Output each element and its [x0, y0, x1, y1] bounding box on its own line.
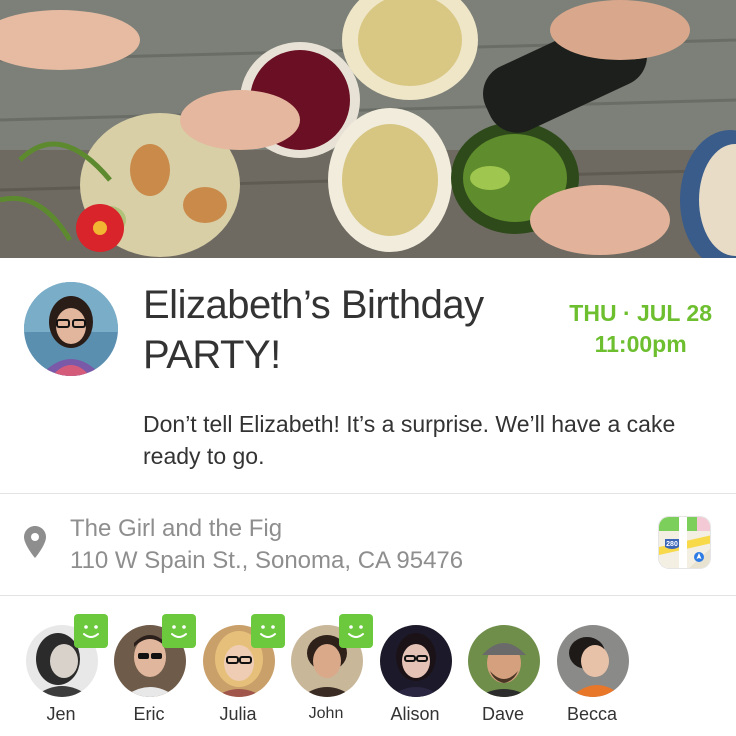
avatar	[557, 625, 629, 697]
smiley-icon	[260, 625, 276, 638]
guest-eric[interactable]: Eric	[104, 614, 196, 729]
event-title: Elizabeth’s Birthday PARTY!	[143, 283, 484, 377]
event-date: THU · JUL 28	[569, 300, 712, 326]
guest-name: Eric	[133, 704, 165, 724]
guest-name: John	[308, 705, 344, 722]
event-details: Elizabeth’s Birthday PARTY! THU · JUL 28…	[0, 258, 736, 494]
guest-name: Julia	[219, 704, 257, 724]
guest-dave[interactable]: Dave	[458, 625, 548, 729]
avatar	[380, 625, 452, 697]
cover-photo-illustration	[0, 0, 736, 258]
avatar	[468, 625, 540, 697]
rsvp-accepted-badge	[339, 614, 373, 648]
guest-name: Dave	[481, 704, 525, 724]
host-avatar[interactable]	[24, 282, 118, 376]
guest-name: Becca	[566, 704, 618, 724]
guest-name: Alison	[390, 704, 440, 724]
event-datetime: THU · JUL 28 11:00pm	[569, 298, 712, 360]
smiley-icon	[83, 625, 99, 638]
event-time: 11:00pm	[594, 331, 687, 357]
rsvp-accepted-badge	[162, 614, 196, 648]
event-cover-photo	[0, 0, 736, 258]
rsvp-accepted-badge	[251, 614, 285, 648]
maps-app-icon[interactable]: 280	[658, 516, 711, 569]
smiley-icon	[171, 625, 187, 638]
guest-john[interactable]: John	[281, 614, 373, 729]
map-pin-icon	[24, 526, 46, 558]
event-description: Don’t tell Elizabeth! It’s a surprise. W…	[143, 411, 676, 469]
maps-route-shield: 280	[666, 541, 678, 548]
smiley-icon	[348, 625, 364, 638]
guest-jen[interactable]: Jen	[16, 614, 108, 729]
event-location[interactable]: The Girl and the Fig 110 W Spain St., So…	[0, 494, 736, 596]
host-avatar-image	[24, 282, 118, 376]
guest-list: Jen Eric Julia John Alison Dave Becca	[0, 597, 736, 736]
rsvp-accepted-badge	[74, 614, 108, 648]
venue-address: 110 W Spain St., Sonoma, CA 95476	[70, 547, 464, 574]
guest-julia[interactable]: Julia	[193, 614, 285, 729]
guest-becca[interactable]: Becca	[547, 625, 637, 729]
maps-icon-graphic: 280	[659, 517, 710, 568]
venue-name: The Girl and the Fig	[70, 515, 283, 542]
guest-alison[interactable]: Alison	[370, 625, 460, 729]
guest-name: Jen	[46, 704, 76, 724]
